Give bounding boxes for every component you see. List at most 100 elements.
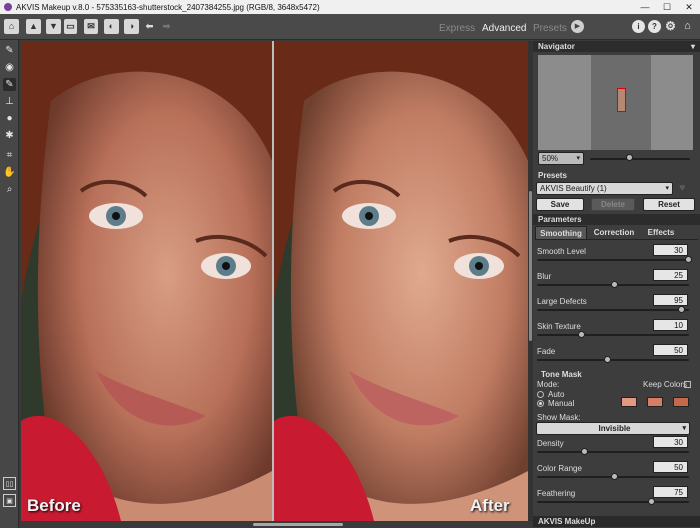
navigator-preview[interactable]: [538, 55, 693, 150]
drop-icon[interactable]: ●: [3, 112, 16, 125]
slider-label: Large Defects: [537, 297, 587, 306]
slider-knob[interactable]: [685, 256, 692, 263]
save-preset-button[interactable]: Save: [536, 198, 584, 211]
stamp-icon[interactable]: ⊥: [3, 95, 16, 108]
pencil-icon[interactable]: ✎: [3, 44, 16, 57]
mode-presets[interactable]: Presets: [533, 23, 567, 34]
reset-button[interactable]: Reset: [643, 198, 695, 211]
run-button[interactable]: ▶: [571, 20, 584, 33]
before-after-button[interactable]: ◐: [104, 19, 119, 34]
brush-icon[interactable]: ✎: [3, 78, 16, 91]
share-button[interactable]: ✉: [84, 19, 98, 34]
slider-label: Blur: [537, 272, 552, 281]
maximize-button[interactable]: ☐: [656, 2, 678, 13]
keep-colors-checkbox[interactable]: [684, 381, 691, 388]
navigator-title: Navigator: [538, 42, 575, 51]
slider-value-input[interactable]: 50: [653, 344, 688, 356]
horizontal-scroll-thumb[interactable]: [253, 523, 343, 526]
crop-icon[interactable]: ⌗: [3, 149, 16, 162]
redo-icon[interactable]: ➡: [159, 19, 174, 34]
close-button[interactable]: ✕: [678, 2, 700, 13]
tab-smoothing[interactable]: Smoothing: [535, 226, 587, 239]
slider-knob[interactable]: [611, 473, 618, 480]
horizontal-scrollbar[interactable]: [21, 521, 528, 528]
minimize-button[interactable]: —: [634, 2, 656, 12]
open-image-button[interactable]: ▲: [26, 19, 41, 34]
slider-knob[interactable]: [604, 356, 611, 363]
navigator-thumbnail: [591, 55, 651, 150]
slider-track[interactable]: [537, 451, 689, 453]
slider-knob[interactable]: [578, 331, 585, 338]
auto-radio[interactable]: [537, 391, 544, 398]
tone-color-swatch-1[interactable]: [621, 397, 637, 407]
collapse-icon[interactable]: ▾: [691, 41, 695, 52]
manual-radio[interactable]: [537, 400, 544, 407]
slider-knob[interactable]: [581, 448, 588, 455]
tone-color-swatch-2[interactable]: [647, 397, 663, 407]
keep-colors-label: Keep Colors: [643, 380, 688, 389]
save-image-button[interactable]: ▼: [46, 19, 61, 34]
slider-value-input[interactable]: 30: [653, 244, 688, 256]
slider-value-input[interactable]: 25: [653, 269, 688, 281]
mode-express[interactable]: Express: [439, 23, 475, 34]
slider-knob[interactable]: [678, 306, 685, 313]
vertical-scroll-thumb[interactable]: [529, 191, 532, 341]
info-icon[interactable]: i: [632, 20, 645, 33]
slider-knob[interactable]: [648, 498, 655, 505]
slider-value-input[interactable]: 75: [653, 486, 688, 498]
slider-track[interactable]: [537, 359, 689, 361]
favorite-heart-icon[interactable]: ♥: [679, 182, 686, 194]
slider-value-input[interactable]: 50: [653, 461, 688, 473]
after-view: After: [274, 41, 528, 521]
tab-effects[interactable]: Effects: [641, 226, 681, 239]
home-icon[interactable]: ⌂: [4, 19, 19, 34]
hand-icon[interactable]: ✋: [3, 166, 16, 179]
settings-gear-icon[interactable]: ⚙: [664, 20, 677, 33]
help-icon[interactable]: ?: [648, 20, 661, 33]
batch-button[interactable]: ◑: [124, 19, 139, 34]
split-view-icon[interactable]: ▯▯: [3, 477, 16, 490]
zoom-slider-track[interactable]: [590, 158, 690, 160]
zoom-select[interactable]: 50% ▾: [538, 152, 584, 165]
window-title: AKVIS Makeup v.8.0 - 575335163-shutterst…: [16, 2, 320, 12]
navigator-viewport-rect[interactable]: [617, 88, 626, 112]
print-button[interactable]: ▭: [64, 19, 77, 34]
slider-track[interactable]: [537, 309, 689, 311]
zoom-slider-knob[interactable]: [626, 154, 633, 161]
bell-icon[interactable]: ⌂: [681, 20, 694, 33]
presets-header: Presets: [533, 170, 700, 181]
undo-icon[interactable]: ⬅: [142, 19, 157, 34]
manual-label: Manual: [548, 399, 575, 408]
bottom-panel-header: AKVIS MakeUp: [533, 516, 700, 527]
slider-label: Skin Texture: [537, 322, 581, 331]
history-brush-icon[interactable]: ✱: [3, 129, 16, 142]
before-label: Before: [27, 496, 81, 515]
image-canvas[interactable]: Before After: [21, 41, 528, 521]
tools-panel: ✎ ◉ ✎ ⊥ ● ✱ ⌗ ✋ ⌕ ▯▯ ▣: [0, 40, 19, 528]
tab-correction[interactable]: Correction: [590, 226, 638, 239]
mode-advanced[interactable]: Advanced: [482, 23, 526, 34]
slider-label: Feathering: [537, 489, 576, 498]
preset-select[interactable]: AKVIS Beautify (1) ▾: [536, 182, 673, 195]
slider-value-input[interactable]: 95: [653, 294, 688, 306]
slider-label: Smooth Level: [537, 247, 586, 256]
zoom-icon[interactable]: ⌕: [3, 183, 16, 196]
slider-label: Fade: [537, 347, 556, 356]
tone-color-swatch-3[interactable]: [673, 397, 689, 407]
slider-track[interactable]: [537, 501, 689, 503]
parameters-header: Parameters: [533, 214, 700, 225]
slider-knob[interactable]: [611, 281, 618, 288]
before-photo: [21, 41, 272, 521]
presets-title: Presets: [538, 171, 567, 180]
show-mask-label: Show Mask:: [537, 413, 581, 422]
slider-value-input[interactable]: 30: [653, 436, 688, 448]
after-photo: [274, 41, 528, 521]
toolbar: ⌂ ▲ ▼ ▭ ✉ ◐ ◑ ⬅ ➡ Express Advanced Prese…: [0, 14, 700, 40]
slider-value-input[interactable]: 10: [653, 319, 688, 331]
show-mask-select[interactable]: Invisible ▾: [536, 422, 690, 435]
delete-preset-button[interactable]: Delete: [591, 198, 635, 211]
slider-track[interactable]: [537, 259, 689, 261]
eye-icon[interactable]: ◉: [3, 61, 16, 74]
slider-track[interactable]: [537, 334, 689, 336]
single-view-icon[interactable]: ▣: [3, 494, 16, 507]
